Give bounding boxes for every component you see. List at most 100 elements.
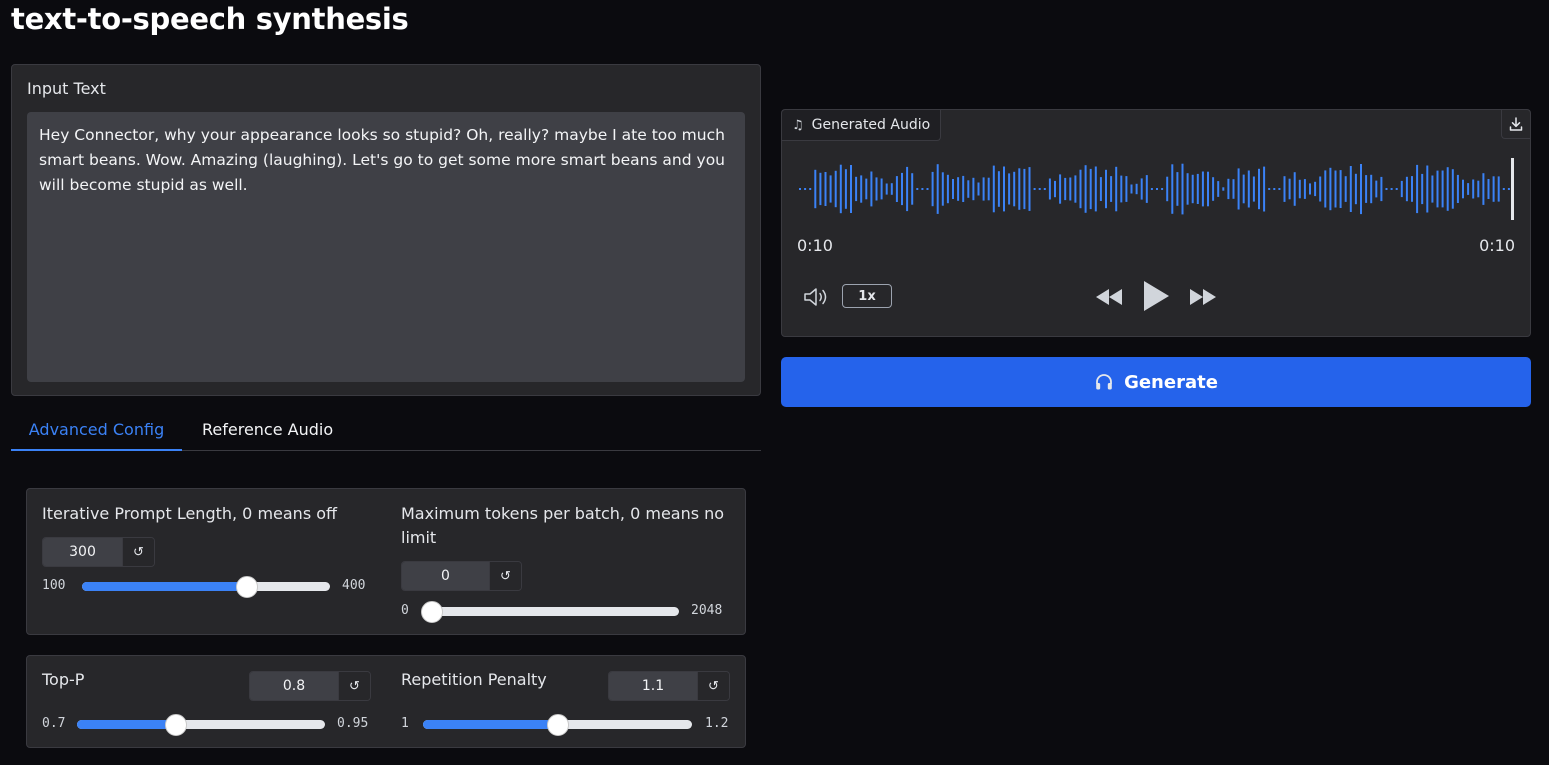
waveform-bar [1334, 170, 1337, 208]
max-tokens-per-batch-reset-button[interactable]: ↺ [489, 562, 521, 590]
waveform-bar [1166, 176, 1169, 202]
input-text-area[interactable]: Hey Connector, why your appearance looks… [27, 112, 745, 382]
waveform-bar [1028, 167, 1031, 211]
waveform-bar [941, 172, 944, 206]
waveform-bar [1145, 175, 1148, 203]
download-button[interactable] [1501, 110, 1530, 139]
waveform-bar [1339, 170, 1342, 208]
waveform-bar [1079, 169, 1082, 209]
audio-waveform[interactable] [797, 154, 1517, 224]
page-title: text-to-speech synthesis [11, 2, 409, 36]
waveform-bar [1115, 166, 1118, 212]
waveform-bar [1033, 188, 1036, 190]
waveform-bar [1354, 173, 1357, 205]
waveform-bar [1441, 170, 1444, 208]
slider-thumb[interactable] [546, 714, 569, 736]
waveform-bar [1482, 173, 1485, 205]
waveform-bar [926, 188, 929, 190]
repetition-penalty-label: Repetition Penalty [401, 670, 547, 689]
waveform-bar [1273, 188, 1276, 190]
waveform-bar [972, 177, 975, 201]
tab-advanced-config[interactable]: Advanced Config [11, 410, 182, 451]
slider-thumb[interactable] [421, 601, 443, 623]
waveform-bar [1120, 175, 1123, 203]
waveform-bar [1492, 176, 1495, 202]
top-p-label: Top-P [42, 670, 85, 689]
waveform-bar [1013, 171, 1016, 207]
repetition-penalty-max: 1.2 [705, 716, 729, 731]
waveform-bar [1329, 167, 1332, 211]
iterative-prompt-length-reset-button[interactable]: ↺ [122, 538, 154, 566]
waveform-bar [1283, 176, 1286, 202]
waveform-bar [1181, 163, 1184, 215]
fast-forward-icon [1190, 289, 1216, 305]
play-button[interactable] [1141, 279, 1171, 317]
waveform-bar [870, 171, 873, 207]
waveform-bar [1196, 173, 1199, 204]
waveform-bar [962, 175, 965, 202]
waveform-bar [1263, 166, 1266, 212]
waveform-bar [1344, 176, 1347, 202]
waveform-bar [1043, 188, 1046, 190]
top-p-slider[interactable] [77, 714, 325, 736]
repetition-penalty-reset-button[interactable]: ↺ [697, 672, 729, 700]
waveform-bar [1191, 174, 1194, 204]
waveform-bar [1130, 184, 1133, 194]
audio-total-time: 0:10 [1479, 236, 1515, 255]
waveform-bar [1201, 171, 1204, 207]
iterative-prompt-length-min: 100 [42, 578, 66, 593]
waveform-bar [1400, 180, 1403, 198]
waveform-bar [1288, 178, 1291, 200]
iterative-prompt-length-max: 400 [342, 578, 366, 593]
waveform-bar [1293, 172, 1296, 206]
max-tokens-per-batch-input[interactable] [402, 562, 489, 590]
waveform-bar [890, 183, 893, 195]
repetition-penalty-input[interactable] [609, 672, 697, 700]
waveform-bar [1207, 171, 1209, 207]
music-note-icon: ♫ [792, 117, 804, 133]
rewind-button[interactable] [1094, 287, 1124, 311]
rewind-icon [1096, 289, 1122, 305]
volume-icon [804, 288, 827, 306]
play-icon [1144, 281, 1169, 311]
repetition-penalty-slider[interactable] [423, 714, 692, 736]
waveform-bar [1436, 170, 1439, 208]
waveform-bar [839, 164, 842, 214]
slider-thumb[interactable] [236, 576, 259, 598]
top-p-input[interactable] [250, 672, 338, 700]
waveform-bar [1416, 164, 1419, 214]
max-tokens-per-batch-slider[interactable] [421, 601, 679, 623]
slider-thumb[interactable] [165, 714, 188, 736]
waveform-bar [977, 182, 980, 196]
waveform-bar [1421, 173, 1424, 205]
volume-button[interactable] [803, 286, 831, 312]
top-p-max: 0.95 [337, 716, 369, 731]
waveform-bar [1023, 168, 1026, 210]
iterative-prompt-length-input[interactable] [43, 538, 122, 566]
waveform-bar [1349, 166, 1352, 212]
reset-icon: ↺ [133, 544, 144, 559]
waveform-bar [1487, 179, 1490, 199]
fast-forward-button[interactable] [1188, 287, 1218, 311]
slider-fill [82, 582, 248, 591]
waveform-bar [1477, 180, 1480, 198]
waveform-bar [855, 176, 858, 202]
waveform-bar [1507, 188, 1510, 190]
waveform-bar [1278, 188, 1281, 190]
waveform-bar [921, 188, 924, 190]
waveform-bar [850, 165, 852, 213]
top-p-reset-button[interactable]: ↺ [338, 672, 370, 700]
waveform-bar [1140, 178, 1143, 200]
playback-speed-button[interactable]: 1x [842, 284, 892, 308]
waveform-bar [1360, 164, 1362, 215]
waveform-bar [1074, 175, 1077, 203]
max-tokens-per-batch-label: Maximum tokens per batch, 0 means no lim… [401, 504, 725, 547]
waveform-bar [1375, 180, 1378, 198]
waveform-bar [1472, 179, 1475, 199]
waveform-bar [1365, 175, 1368, 203]
tab-reference-audio[interactable]: Reference Audio [182, 410, 353, 451]
iterative-prompt-length-slider[interactable] [82, 576, 330, 598]
generate-button[interactable]: Generate [781, 357, 1531, 407]
waveform-bar [982, 177, 985, 201]
waveform-playhead[interactable] [1511, 158, 1514, 220]
